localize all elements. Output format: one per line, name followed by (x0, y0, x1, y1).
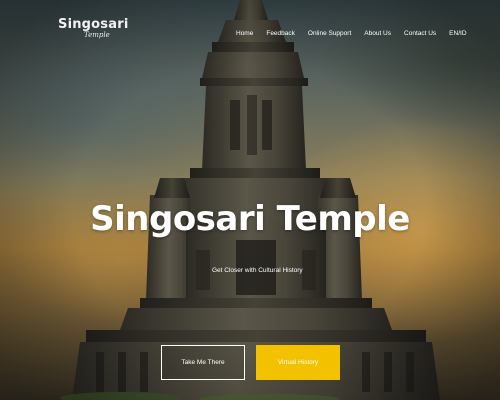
nav-about-us[interactable]: About Us (364, 30, 391, 37)
logo-title: Singosari (58, 17, 129, 32)
site-logo[interactable]: Singosari Temple (58, 18, 129, 39)
landing-page: Singosari Temple Home Feedback Online Su… (0, 0, 500, 400)
hero-subtitle: Get Closer with Cultural History (212, 267, 303, 274)
nav-feedback[interactable]: Feedback (266, 30, 295, 37)
logo-subtitle: Temple (84, 31, 110, 39)
virtual-history-button[interactable]: Virtual History (256, 345, 340, 380)
main-nav: Home Feedback Online Support About Us Co… (236, 30, 467, 37)
take-me-there-button[interactable]: Take Me There (161, 345, 245, 380)
nav-online-support[interactable]: Online Support (308, 30, 351, 37)
hero-title: Singosari Temple (90, 199, 410, 239)
nav-home[interactable]: Home (236, 30, 253, 37)
nav-contact-us[interactable]: Contact Us (404, 30, 436, 37)
nav-language-toggle[interactable]: EN/ID (449, 30, 466, 37)
